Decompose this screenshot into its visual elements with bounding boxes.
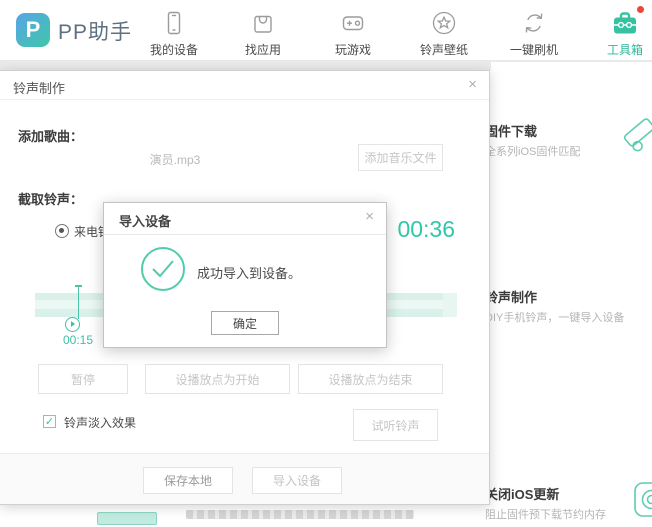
phone-icon [138, 8, 210, 38]
pause-button[interactable]: 暂停 [38, 364, 128, 394]
nav-label: 玩游戏 [317, 41, 389, 58]
waveform-end-segment [443, 293, 457, 317]
fade-in-checkbox[interactable]: ✓ [43, 415, 56, 428]
cut-ringtone-label: 截取铃声： [18, 189, 83, 208]
success-message: 成功导入到设备。 [197, 263, 301, 282]
nav-item-my-devices[interactable]: 我的设备 [138, 8, 210, 58]
tool-title: 关闭iOS更新 [485, 484, 652, 503]
import-device-button[interactable]: 导入设备 [252, 467, 342, 494]
selected-file-name: 演员.mp3 [115, 151, 235, 168]
background-text-stub [186, 510, 414, 519]
tool-subtitle: DIY手机铃声，一键导入设备 [485, 309, 652, 325]
incoming-call-radio[interactable] [55, 224, 69, 238]
modal-header: 导入设备 × [104, 203, 386, 235]
total-duration: 00:36 [397, 216, 455, 243]
ios-update-icon [633, 481, 652, 519]
ok-button[interactable]: 确定 [211, 311, 279, 335]
add-music-file-button[interactable]: 添加音乐文件 [358, 144, 443, 171]
notification-dot [637, 6, 644, 13]
playhead-time: 00:15 [55, 333, 101, 347]
fade-in-checkbox-label: 铃声淡入效果 [64, 414, 136, 431]
dialog-footer: 保存本地 导入设备 [0, 453, 489, 504]
close-icon[interactable]: × [468, 77, 477, 92]
nav-item-find-apps[interactable]: 找应用 [227, 8, 299, 58]
save-local-button[interactable]: 保存本地 [143, 467, 233, 494]
tool-title: 铃声制作 [485, 287, 652, 306]
nav-item-ringtone-wallpaper[interactable]: 铃声壁纸 [408, 8, 480, 58]
nav-label: 一键刷机 [498, 41, 570, 58]
playhead-marker[interactable] [71, 285, 85, 319]
nav-item-one-click-flash[interactable]: 一键刷机 [498, 8, 570, 58]
nav-label: 工具箱 [589, 41, 652, 58]
toolbox-panel: 固件下载 全系列iOS固件匹配 铃声制作 DIY手机铃声，一键导入设备 关闭iO… [491, 62, 652, 527]
nav-item-toolbox[interactable]: 工具箱 [589, 8, 652, 58]
modal-title: 导入设备 [119, 211, 171, 230]
nav-label: 找应用 [227, 41, 299, 58]
add-song-label: 添加歌曲： [18, 126, 83, 145]
tool-subtitle: 阻止固件预下载节约内存 [485, 506, 652, 522]
app-logo-text: PP助手 [58, 16, 132, 46]
nav-label: 铃声壁纸 [408, 41, 480, 58]
success-check-icon [141, 247, 185, 291]
refresh-icon [498, 8, 570, 38]
set-end-button[interactable]: 设播放点为结束 [298, 364, 443, 394]
toolbox-icon [589, 8, 652, 38]
import-device-modal: 导入设备 × 成功导入到设备。 确定 [103, 202, 387, 348]
app-logo-icon: P [16, 13, 50, 47]
playhead-handle-icon[interactable] [65, 317, 80, 332]
tool-card-ringtone-maker[interactable]: 铃声制作 DIY手机铃声，一键导入设备 [485, 287, 652, 325]
close-icon[interactable]: × [365, 209, 374, 224]
gamepad-icon [317, 8, 389, 38]
nav-label: 我的设备 [138, 41, 210, 58]
dialog-header: 铃声制作 × [0, 71, 489, 100]
star-circle-icon [408, 8, 480, 38]
dialog-title: 铃声制作 [13, 78, 65, 97]
background-teal-stub [97, 512, 157, 525]
nav-item-play-games[interactable]: 玩游戏 [317, 8, 389, 58]
shopping-bag-icon [227, 8, 299, 38]
set-start-button[interactable]: 设播放点为开始 [145, 364, 290, 394]
tool-card-close-ios-update[interactable]: 关闭iOS更新 阻止固件预下载节约内存 [485, 484, 652, 522]
preview-ringtone-button[interactable]: 试听铃声 [353, 409, 438, 441]
top-bar: P PP助手 我的设备 找应用 玩游戏 [0, 0, 652, 61]
firmware-icon [620, 112, 652, 158]
